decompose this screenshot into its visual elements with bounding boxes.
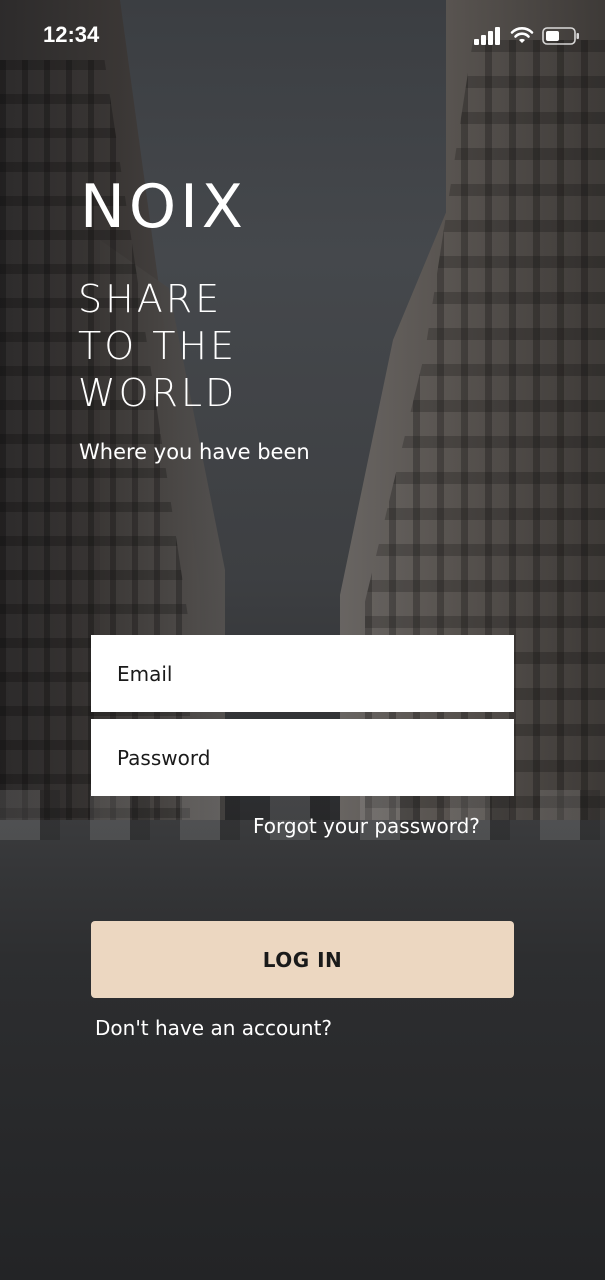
tagline-line: WORLD bbox=[78, 371, 238, 415]
forgot-password-link[interactable]: Forgot your password? bbox=[253, 814, 480, 838]
tagline-line: TO THE bbox=[78, 324, 237, 368]
password-field[interactable] bbox=[91, 719, 514, 796]
wifi-icon bbox=[510, 27, 534, 43]
app-logo-text: NOIX bbox=[80, 172, 247, 242]
battery-icon bbox=[542, 27, 579, 45]
login-button[interactable]: LOG IN bbox=[91, 921, 514, 998]
hero-subtitle: Where you have been bbox=[79, 440, 310, 464]
signal-icon bbox=[474, 27, 500, 45]
status-bar: 12:34 bbox=[0, 0, 605, 72]
signup-link[interactable]: Don't have an account? bbox=[95, 1016, 332, 1040]
hero-tagline: SHARE TO THE WORLD bbox=[78, 276, 237, 417]
email-field[interactable] bbox=[91, 635, 514, 712]
background-street bbox=[0, 820, 605, 1280]
status-time: 12:34 bbox=[43, 22, 100, 47]
tagline-line: SHARE bbox=[78, 277, 223, 321]
